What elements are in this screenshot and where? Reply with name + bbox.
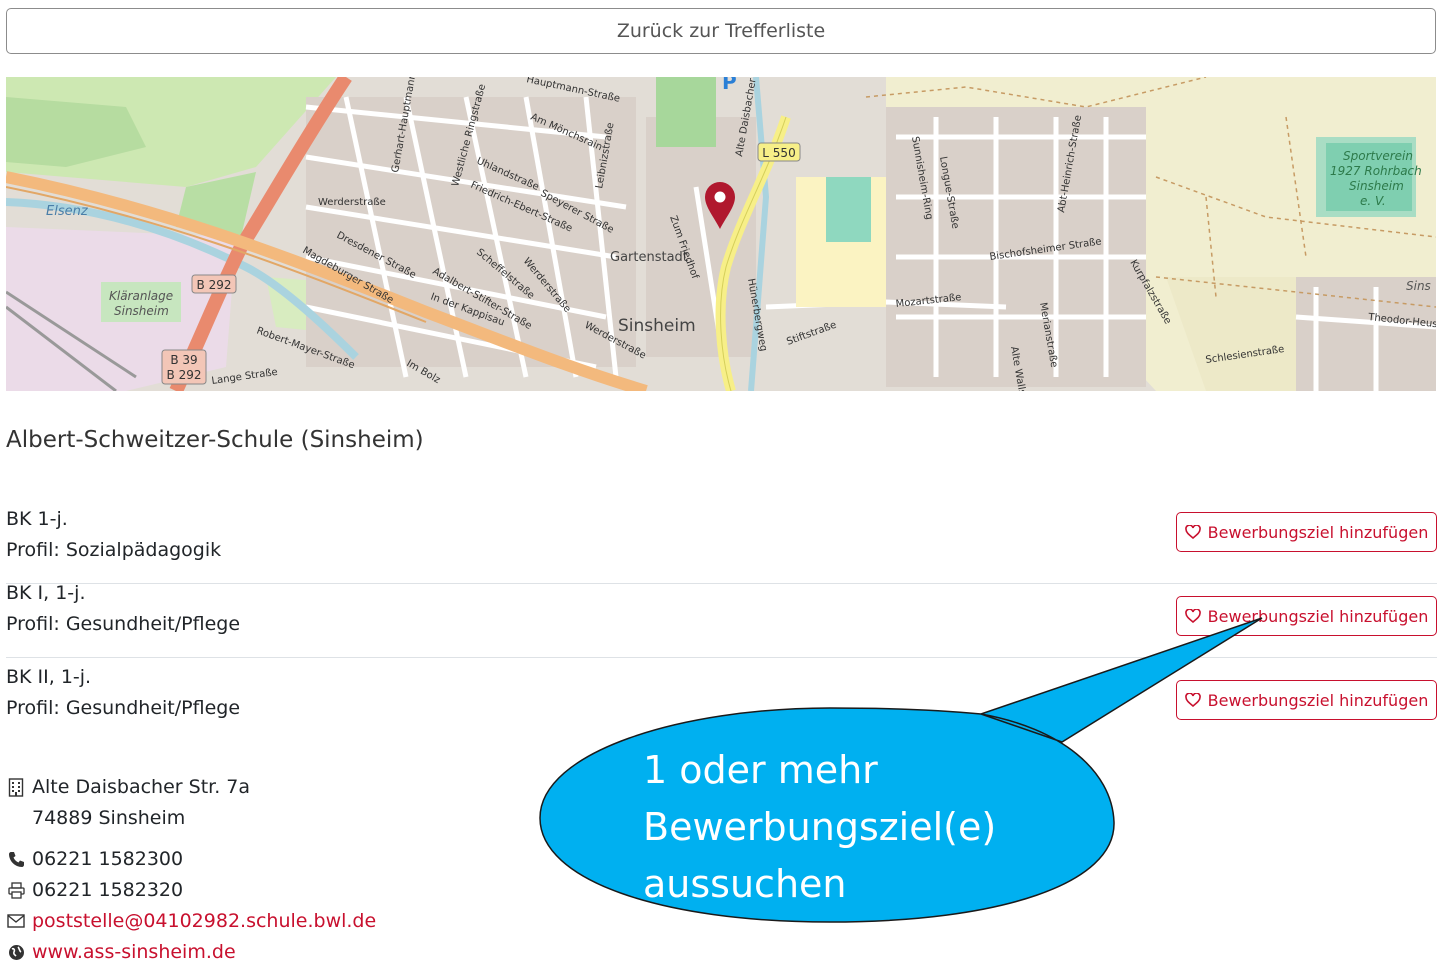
add-button-label: Bewerbungsziel hinzufügen [1207,606,1429,626]
map-label-sins: Sins [1406,279,1431,293]
map-label-sport-4: e. V. [1360,194,1386,208]
program-profile: Profil: Gesundheit/Pflege [6,697,241,719]
callout-line-1: 1 oder mehr [643,748,878,792]
address-line: Alte Daisbacher Str. 7a [6,776,250,798]
callout-line-2: Bewerbungsziel(e) [643,805,997,849]
website-link[interactable]: www.ass-sinsheim.de [32,941,236,963]
program-row: BK I, 1-j. Profil: Gesundheit/Pflege Bew… [6,574,1437,658]
map-label-elsenz: Elsenz [46,204,89,219]
street-address: Alte Daisbacher Str. 7a [32,776,251,798]
program-title: BK II, 1-j. [6,666,92,688]
fax-number: 06221 1582320 [32,879,184,901]
program-profile: Profil: Gesundheit/Pflege [6,613,241,635]
phone-icon [6,849,26,869]
map-label-gartenstadt: Gartenstadt [610,250,688,265]
map-label-klaeranlage: Kläranlage [109,289,173,303]
add-button-label: Bewerbungsziel hinzufügen [1207,522,1429,542]
callout-text: 1 oder mehr Bewerbungsziel(e) aussuchen [643,742,1063,913]
map-label-b292-2: B 292 [167,368,202,382]
heart-icon [1184,609,1201,623]
program-title: BK 1-j. [6,508,68,530]
program-title: BK I, 1-j. [6,582,86,604]
heart-icon [1184,693,1201,707]
heart-icon [1184,525,1201,539]
parking-icon: P [722,77,737,94]
add-application-target-button[interactable]: Bewerbungsziel hinzufügen [1176,512,1437,552]
map-label-l550: L 550 [762,146,795,160]
building-icon [6,777,26,797]
phone-line: 06221 1582300 [6,848,183,870]
map-label-sport-3: Sinsheim [1349,179,1404,193]
email-line: poststelle@04102982.schule.bwl.de [6,910,376,932]
program-profile: Profil: Sozialpädagogik [6,539,222,561]
callout-line-3: aussuchen [643,862,847,906]
add-application-target-button[interactable]: Bewerbungsziel hinzufügen [1176,596,1437,636]
fax-line: 06221 1582320 [6,879,183,901]
program-row: BK II, 1-j. Profil: Gesundheit/Pflege Be… [6,658,1437,742]
globe-icon [6,942,26,962]
map-label-b39: B 39 [170,353,197,367]
add-application-target-button[interactable]: Bewerbungsziel hinzufügen [1176,680,1437,720]
program-row: BK 1-j. Profil: Sozialpädagogik Bewerbun… [6,500,1437,584]
printer-icon [6,880,26,900]
map-street-label: Werderstraße [318,197,386,208]
city-address: 74889 Sinsheim [32,807,186,829]
phone-number: 06221 1582300 [32,848,184,870]
school-name: Albert-Schweitzer-Schule (Sinsheim) [6,427,424,453]
map-label-sport-1: Sportverein [1343,149,1413,163]
map-label-sport-2: 1927 Rohrbach [1330,164,1422,178]
map-label-b292: B 292 [197,278,232,292]
envelope-icon [6,911,26,931]
map-label-klaeranlage-2: Sinsheim [114,304,169,318]
add-button-label: Bewerbungsziel hinzufügen [1207,690,1429,710]
back-to-results-button[interactable]: Zurück zur Trefferliste [6,8,1436,54]
website-line: www.ass-sinsheim.de [6,941,236,963]
map-label-sinsheim: Sinsheim [618,316,696,336]
email-link[interactable]: poststelle@04102982.schule.bwl.de [32,910,376,932]
location-map[interactable]: L 550 B 292 B 39 B 292 Sinsheim Gartenst… [6,77,1436,391]
